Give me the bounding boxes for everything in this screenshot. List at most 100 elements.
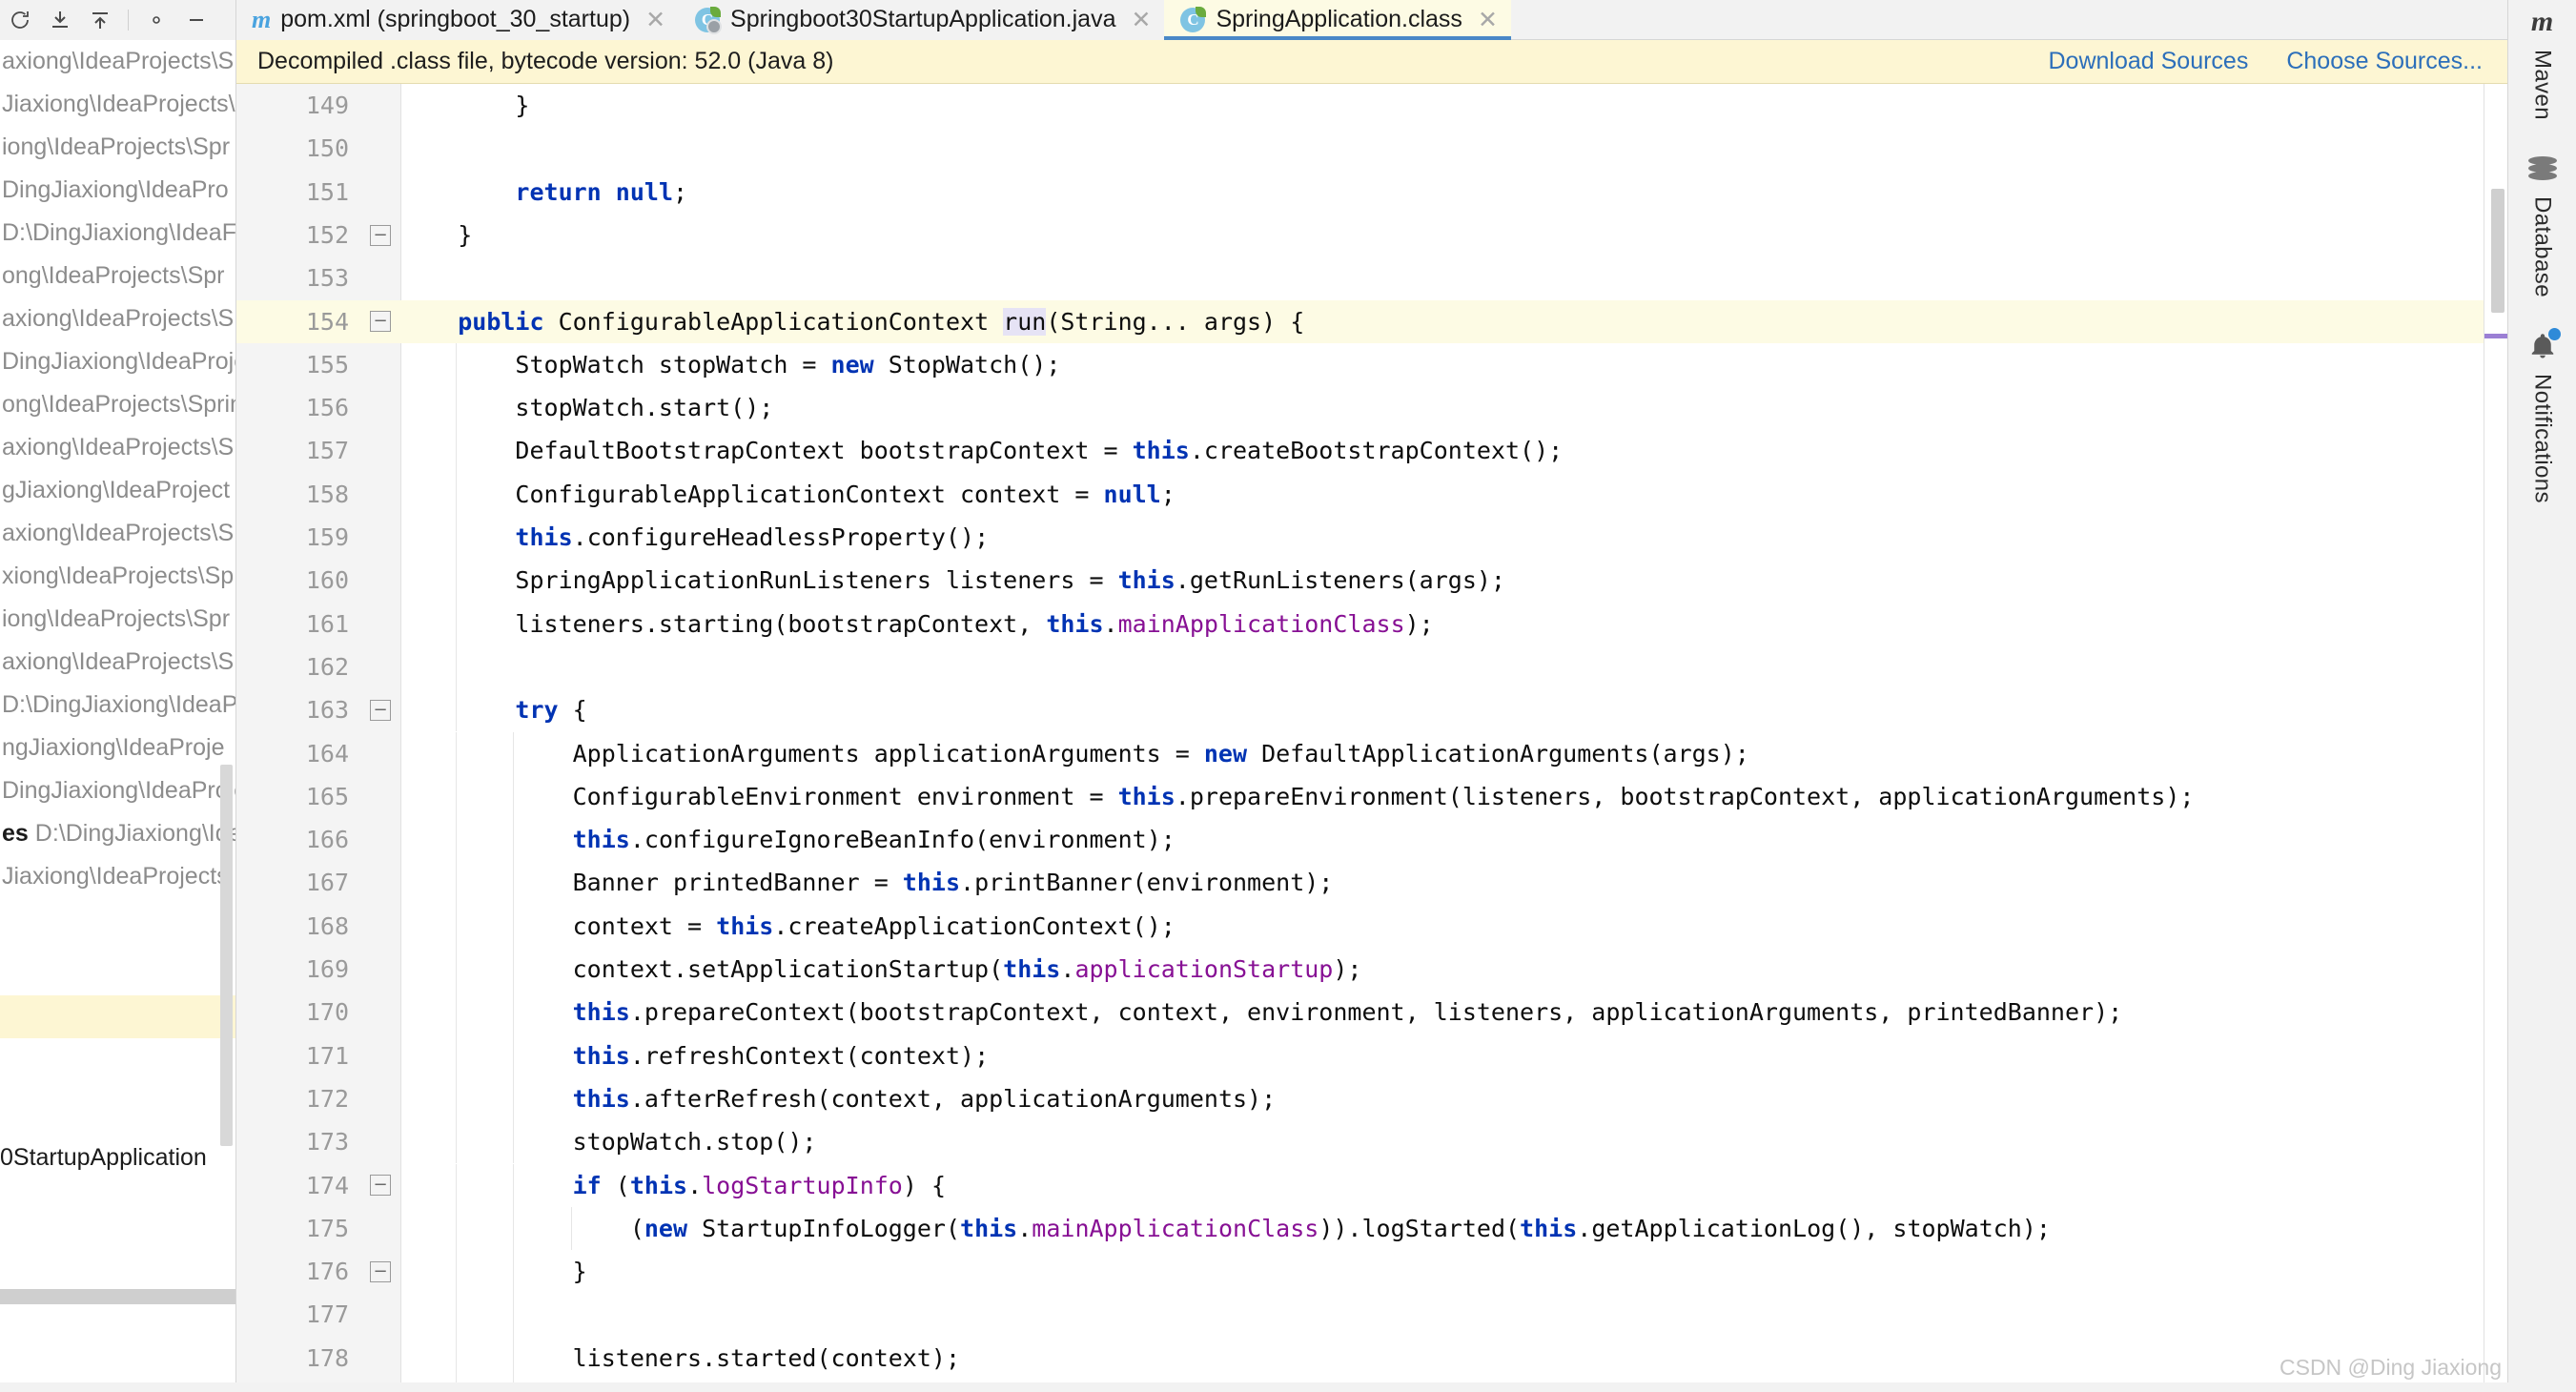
code-line[interactable]: 156 stopWatch.start(); [236,386,2507,430]
left-panel-row[interactable]: gJiaxiong\IdeaProject [0,469,235,512]
line-number: 178 [305,1343,349,1372]
tab-pom-xml[interactable]: m pom.xml (springboot_30_startup) ✕ [236,0,680,40]
left-panel-row[interactable]: axiong\IdeaProjects\S [0,641,235,684]
code-line[interactable]: 158 ConfigurableApplicationContext conte… [236,472,2507,516]
java-keyword: this [1117,566,1176,595]
code-token: ( [601,1171,630,1199]
choose-sources-link[interactable]: Choose Sources... [2286,48,2483,75]
code-token: .createBootstrapContext(); [1189,437,1564,465]
left-panel-row[interactable]: DingJiaxiong\IdeaProje [0,769,235,812]
left-panel-row[interactable]: D:\DingJiaxiong\IdeaP [0,684,235,727]
code-line[interactable]: 171 this.refreshContext(context); [236,1034,2507,1077]
left-panel-row[interactable]: DingJiaxiong\IdeaPro [0,169,235,212]
code-line[interactable]: 163− try { [236,688,2507,732]
left-panel-row[interactable]: ong\IdeaProjects\Sprin [0,383,235,426]
left-panel-row[interactable]: axiong\IdeaProjects\S [0,297,235,340]
code-line[interactable]: 173 stopWatch.stop(); [236,1120,2507,1164]
left-panel-row[interactable]: Jiaxiong\IdeaProjects [0,855,235,898]
left-panel-vertical-scrollbar[interactable] [220,765,233,1146]
tool-window-notifications[interactable]: Notifications [2526,328,2561,503]
indent-guide [456,861,458,905]
code-line[interactable]: 166 this.configureIgnoreBeanInfo(environ… [236,818,2507,862]
tool-window-database[interactable]: Database [2526,153,2559,297]
code-line[interactable]: 162 [236,645,2507,689]
settings-gear-icon[interactable] [144,8,169,32]
fold-toggle-icon[interactable]: − [370,311,391,333]
indent-guide [456,818,458,862]
download-sources-link[interactable]: Download Sources [2048,48,2248,75]
code-line[interactable]: 160 SpringApplicationRunListeners listen… [236,559,2507,603]
code-line[interactable]: 159 this.configureHeadlessProperty(); [236,516,2507,560]
collapse-all-icon[interactable] [48,8,72,32]
left-panel-row[interactable]: iong\IdeaProjects\Spr [0,126,235,169]
editor-change-marker[interactable] [2484,334,2507,338]
code-line[interactable]: 154− public ConfigurableApplicationConte… [236,299,2507,343]
code-text: context = this.createApplicationContext(… [400,905,1176,948]
code-token: ConfigurableEnvironment environment = [400,782,1118,810]
indent-guide [456,1206,458,1251]
code-token: DefaultApplicationArguments(args); [1247,739,1749,768]
left-panel-selected-item[interactable]: 0StartupApplication [0,1144,207,1172]
code-line[interactable]: 178 listeners.started(context); [236,1336,2507,1380]
indent-guide [513,948,515,992]
fold-toggle-icon[interactable]: − [370,1260,391,1282]
code-line[interactable]: 174− if (this.logStartupInfo) { [236,1163,2507,1207]
code-editor[interactable]: 149 } 150 151 return null; 152− } 153 154− pu… [236,84,2507,1392]
code-line[interactable]: 150 [236,127,2507,170]
code-line[interactable]: 169 context.setApplicationStartup(this.a… [236,948,2507,992]
code-line[interactable]: 152− } [236,214,2507,256]
left-panel-row[interactable]: ong\IdeaProjects\Spr [0,255,235,297]
fold-toggle-icon[interactable]: − [370,699,391,721]
editor-tab-bar: m pom.xml (springboot_30_startup) ✕ C Sp… [0,0,2576,40]
left-panel-row[interactable]: DingJiaxiong\IdeaProje [0,340,235,383]
close-icon[interactable]: ✕ [1132,8,1152,31]
tool-window-maven[interactable]: m Maven [2526,6,2559,120]
sync-icon[interactable] [8,8,32,32]
code-line[interactable]: 172 this.afterRefresh(context, applicati… [236,1076,2507,1121]
code-text: } [400,1250,587,1293]
editor-scrollbar-thumb[interactable] [2491,189,2504,313]
left-panel-row[interactable]: xiong\IdeaProjects\Sp [0,555,235,598]
java-keyword: return [515,177,602,206]
left-panel-row[interactable]: axiong\IdeaProjects\S [0,40,235,83]
code-token: .printBanner(environment); [960,869,1334,897]
tab-springboot30startupapplication-java[interactable]: C Springboot30StartupApplication.java ✕ [679,0,1165,40]
code-line[interactable]: 168 context = this.createApplicationCont… [236,904,2507,948]
hide-window-icon[interactable] [184,8,209,32]
left-panel-row[interactable]: es D:\DingJiaxiong\Ide [0,812,235,855]
code-line[interactable]: 164 ApplicationArguments applicationArgu… [236,731,2507,775]
left-panel-row[interactable]: Jiaxiong\IdeaProjects\ [0,83,235,126]
left-tool-window[interactable]: axiong\IdeaProjects\S Jiaxiong\IdeaProjec… [0,40,236,1392]
fold-toggle-icon[interactable]: − [370,224,391,246]
left-panel-row[interactable]: iong\IdeaProjects\Spr [0,598,235,641]
close-icon[interactable]: ✕ [645,8,665,31]
line-number: 150 [305,134,349,163]
code-line[interactable]: 157 DefaultBootstrapContext bootstrapCon… [236,429,2507,473]
code-line[interactable]: 155 StopWatch stopWatch = new StopWatch(… [236,342,2507,387]
fold-toggle-icon[interactable]: − [370,1175,391,1197]
code-token: Banner printedBanner = [400,869,903,897]
line-number: 159 [305,523,349,551]
code-line[interactable]: 167 Banner printedBanner = this.printBan… [236,861,2507,905]
code-line[interactable]: 165 ConfigurableEnvironment environment … [236,774,2507,819]
tab-springapplication-class[interactable]: C SpringApplication.class ✕ [1164,0,1512,40]
code-line[interactable]: 149 } [236,84,2507,127]
editor-scrollbar-track[interactable] [2484,84,2507,1392]
code-line[interactable]: 151 return null; [236,171,2507,214]
code-line[interactable]: 161 listeners.starting(bootstrapContext,… [236,602,2507,645]
code-token: ( [400,1214,644,1242]
code-line[interactable]: 170 this.prepareContext(bootstrapContext… [236,991,2507,1034]
expand-all-icon[interactable] [88,8,112,32]
code-line[interactable]: 176− } [236,1250,2507,1294]
code-line[interactable]: 177 [236,1293,2507,1337]
close-icon[interactable]: ✕ [1478,8,1498,31]
left-panel-row[interactable]: axiong\IdeaProjects\S [0,426,235,469]
code-line[interactable]: 175 (new StartupInfoLogger(this.mainAppl… [236,1206,2507,1251]
left-panel-row[interactable]: axiong\IdeaProjects\S [0,512,235,555]
left-panel-highlight-row [0,995,235,1038]
code-line[interactable]: 153 [236,256,2507,299]
left-panel-row[interactable]: D:\DingJiaxiong\IdeaF [0,212,235,255]
code-token: ; [673,177,688,206]
left-panel-horizontal-scrollbar[interactable] [0,1289,235,1304]
left-panel-row[interactable]: ngJiaxiong\IdeaProje [0,727,235,769]
